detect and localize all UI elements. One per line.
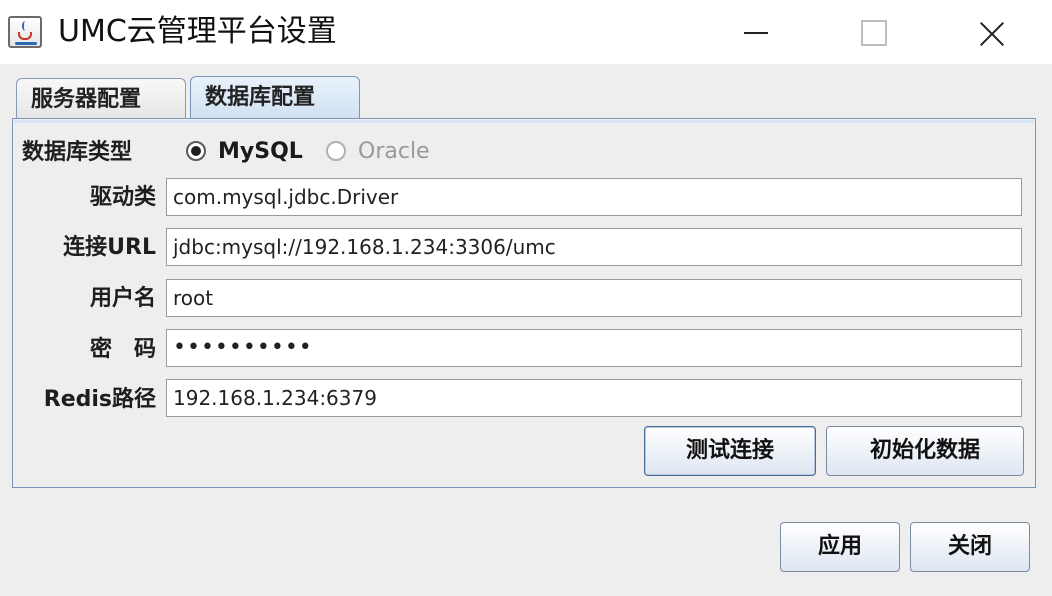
password-field[interactable]: •••••••••• <box>166 329 1022 367</box>
window-title: UMC云管理平台设置 <box>58 14 337 49</box>
radio-mysql[interactable]: MySQL <box>186 136 303 166</box>
radio-selected-icon <box>186 141 206 161</box>
driver-field[interactable]: com.mysql.jdbc.Driver <box>166 178 1022 216</box>
apply-button[interactable]: 应用 <box>780 522 900 572</box>
window-close-button[interactable] <box>932 0 1050 64</box>
url-label: 连接URL <box>63 235 156 260</box>
username-label: 用户名 <box>89 286 156 311</box>
radio-mysql-label: MySQL <box>218 138 303 164</box>
password-label: 密 码 <box>89 337 156 362</box>
url-field[interactable]: jdbc:mysql://192.168.1.234:3306/umc <box>166 228 1022 266</box>
driver-label: 驱动类 <box>89 185 156 210</box>
username-field[interactable]: root <box>166 279 1022 317</box>
redis-label: Redis路径 <box>43 387 156 412</box>
close-button[interactable]: 关闭 <box>910 522 1030 572</box>
radio-oracle[interactable]: Oracle <box>326 136 430 166</box>
radio-oracle-label: Oracle <box>358 138 430 164</box>
tab-server-config[interactable]: 服务器配置 <box>16 78 186 118</box>
tab-database-config[interactable]: 数据库配置 <box>190 76 360 122</box>
minimize-button[interactable] <box>700 0 818 64</box>
db-type-label: 数据库类型 <box>22 140 133 165</box>
init-data-button[interactable]: 初始化数据 <box>826 426 1024 476</box>
title-bar: UMC云管理平台设置 <box>0 0 1052 64</box>
java-app-icon <box>8 16 42 48</box>
redis-field[interactable]: 192.168.1.234:6379 <box>166 379 1022 417</box>
radio-unselected-icon <box>326 141 346 161</box>
test-connection-button[interactable]: 测试连接 <box>644 426 816 476</box>
maximize-button[interactable] <box>816 0 934 64</box>
